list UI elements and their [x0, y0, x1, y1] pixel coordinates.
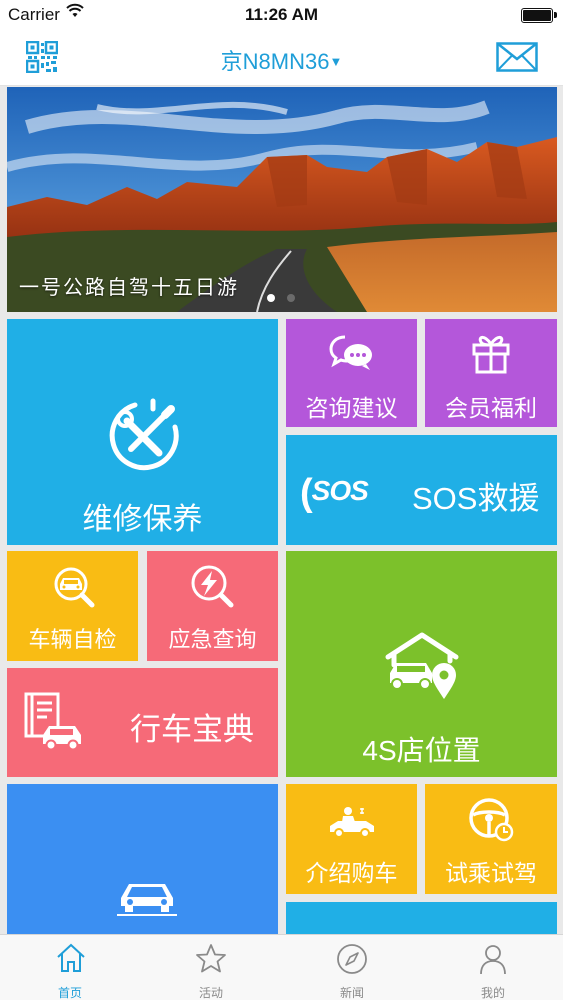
tab-news-label: 新闻 [339, 986, 364, 1000]
chat-bubble-icon [329, 333, 375, 378]
vehicle-selfcheck-label: 车辆自检 [28, 627, 117, 652]
member-benefits-tile[interactable]: 会员福利 [425, 319, 557, 427]
tab-home[interactable]: 首页 [0, 935, 140, 1000]
tab-news[interactable]: 新闻 [282, 935, 422, 1000]
tab-activities-label: 活动 [198, 986, 223, 1000]
referral-purchase-tile[interactable]: 介绍购车 [286, 784, 417, 894]
maintenance-tile[interactable]: 维修保养 [7, 319, 278, 545]
tab-mine[interactable]: 我的 [423, 935, 563, 1000]
referral-purchase-label: 介绍购车 [305, 860, 398, 886]
page-indicator-dot [287, 294, 295, 302]
car-garage-location-icon [384, 631, 460, 706]
status-bar: Carrier 11:26 AM [0, 0, 563, 30]
vehicle-tile[interactable] [7, 784, 278, 934]
test-drive-tile[interactable]: 试乘试驾 [425, 784, 557, 894]
user-icon [477, 943, 509, 980]
clock: 11:26 AM [244, 5, 319, 24]
member-benefits-label: 会员福利 [445, 395, 537, 421]
vehicle-plate-selector[interactable]: 京N8MN36▼ [0, 44, 563, 76]
tab-bar: 首页 活动 新闻 我的 [0, 934, 563, 1000]
mail-icon[interactable] [496, 42, 538, 77]
tab-home-label: 首页 [57, 986, 82, 1000]
chevron-down-icon: ▼ [329, 54, 343, 69]
sos-badge-label: SOS [311, 475, 369, 506]
consult-label: 咨询建议 [305, 395, 398, 421]
car-dealer-icon [328, 806, 376, 843]
maintenance-label: 维修保养 [82, 503, 203, 536]
wrench-screwdriver-icon [105, 397, 183, 480]
page-indicator-dot-active [267, 294, 275, 302]
banner-caption: 一号公路自驾十五日游 [19, 277, 239, 299]
vehicle-plate-label: 京N8MN36 [220, 49, 330, 74]
emergency-query-label: 应急查询 [168, 627, 257, 652]
dealer-location-tile[interactable]: 4S店位置 [286, 551, 557, 777]
driving-guide-label: 行车宝典 [130, 712, 254, 747]
battery-icon [521, 8, 557, 23]
gift-icon [470, 331, 512, 380]
sos-rescue-label: SOS救援 [412, 481, 540, 516]
book-car-icon [23, 692, 85, 755]
consult-tile[interactable]: 咨询建议 [286, 319, 417, 427]
partial-tile[interactable] [286, 902, 557, 934]
vehicle-selfcheck-tile[interactable]: 车辆自检 [7, 551, 138, 661]
driving-guide-tile[interactable]: 行车宝典 [7, 668, 278, 777]
navigation-bar: 京N8MN36▼ [0, 30, 563, 86]
compass-icon [336, 943, 368, 980]
car-icon [117, 878, 177, 923]
steering-wheel-clock-icon [468, 797, 514, 848]
banner-carousel[interactable]: 一号公路自驾十五日游 [7, 87, 557, 312]
car-search-icon [51, 566, 97, 613]
lightning-search-icon [189, 564, 235, 613]
test-drive-label: 试乘试驾 [445, 860, 537, 886]
home-icon [55, 943, 87, 978]
tab-mine-label: 我的 [480, 986, 505, 1000]
tab-activities[interactable]: 活动 [141, 935, 281, 1000]
sos-icon: (SOS [300, 472, 369, 514]
sos-rescue-tile[interactable]: (SOS SOS救援 [286, 435, 557, 545]
emergency-query-tile[interactable]: 应急查询 [147, 551, 278, 661]
dealer-location-label: 4S店位置 [362, 735, 481, 766]
star-icon [195, 943, 227, 978]
